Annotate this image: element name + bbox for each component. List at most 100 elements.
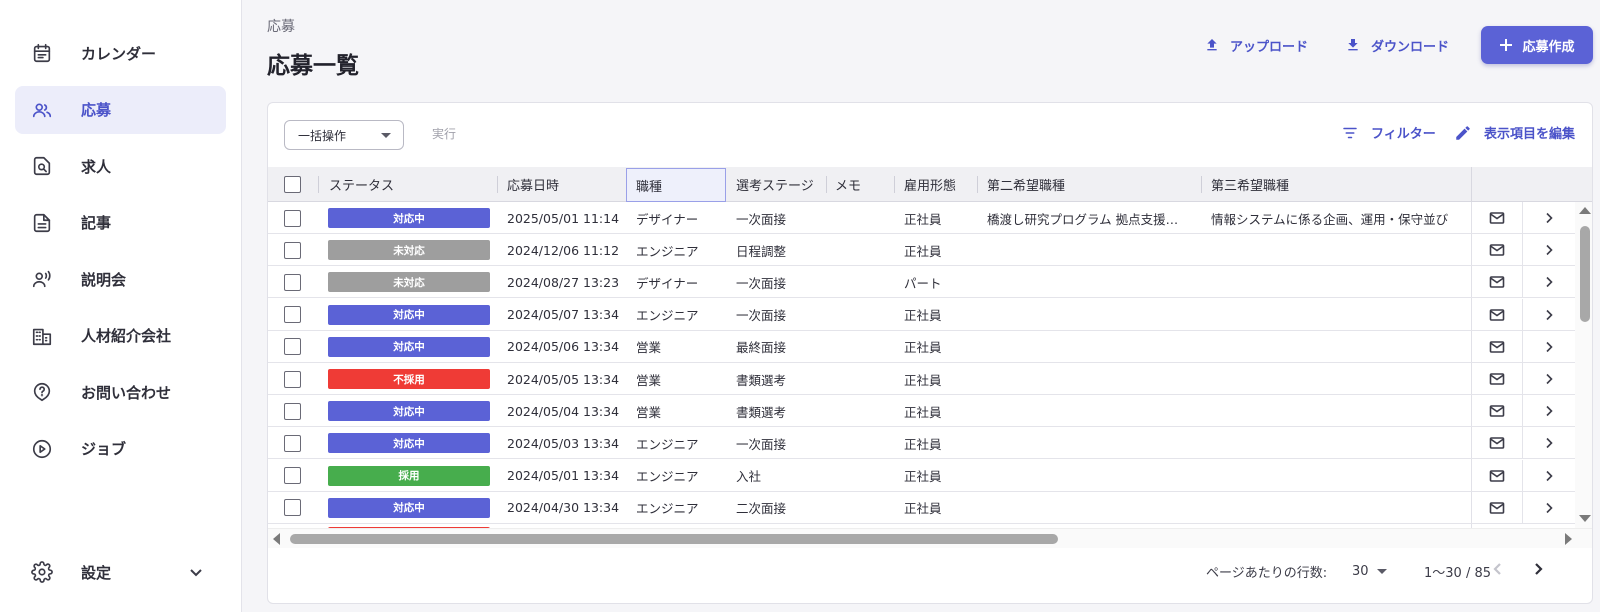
row-select-cell xyxy=(284,492,301,524)
select-all-checkbox[interactable] xyxy=(284,176,301,193)
row-select-cell xyxy=(284,427,301,459)
rows-per-page-select[interactable]: 30 xyxy=(1352,560,1392,582)
second-choice-cell xyxy=(987,395,1192,427)
vertical-scroll-thumb[interactable] xyxy=(1580,226,1590,322)
row-detail-button[interactable] xyxy=(1523,234,1575,266)
horizontal-scroll-thumb[interactable] xyxy=(290,534,1058,544)
previous-page-button[interactable] xyxy=(1487,558,1509,580)
row-detail-button[interactable] xyxy=(1523,363,1575,395)
table-row[interactable]: 採用 2024/05/01 13:34 エンジニア 入社 正社員 xyxy=(268,459,1592,492)
row-select-cell xyxy=(284,299,301,331)
pagination-range: 1〜30 / 85 xyxy=(1424,566,1491,581)
row-detail-button[interactable] xyxy=(1523,395,1575,427)
mail-button[interactable] xyxy=(1471,427,1523,460)
row-detail-button[interactable] xyxy=(1523,299,1575,331)
table-row[interactable]: 対応中 2024/05/06 13:34 営業 最終面接 正社員 xyxy=(268,330,1592,363)
plus-icon xyxy=(1500,39,1513,51)
row-detail-button[interactable] xyxy=(1523,492,1575,524)
row-checkbox[interactable] xyxy=(284,467,301,485)
mail-button[interactable] xyxy=(1471,395,1523,428)
column-header-third-choice[interactable]: 第三希望職種 xyxy=(1211,167,1289,202)
row-detail-button[interactable] xyxy=(1523,427,1575,459)
sidebar-item-settings[interactable]: 設定 xyxy=(15,548,226,596)
create-application-button[interactable]: 応募作成 xyxy=(1481,26,1593,64)
mail-button[interactable] xyxy=(1471,202,1523,234)
status-cell: 対応中 xyxy=(328,427,490,459)
sidebar-item-label: 記事 xyxy=(81,214,112,232)
row-checkbox[interactable] xyxy=(284,306,301,324)
sidebar-item-applications[interactable]: 応募 xyxy=(15,85,226,134)
row-detail-button[interactable] xyxy=(1523,202,1575,234)
bulk-action-select[interactable]: 一括操作 xyxy=(284,120,404,150)
row-checkbox[interactable] xyxy=(284,338,301,356)
people-icon xyxy=(30,98,54,122)
column-header-job[interactable]: 職種 xyxy=(626,168,726,202)
breadcrumb[interactable]: 応募 xyxy=(267,16,295,36)
column-header-stage[interactable]: 選考ステージ xyxy=(736,167,814,202)
row-checkbox[interactable] xyxy=(284,434,301,452)
status-badge: 対応中 xyxy=(328,208,490,228)
row-detail-button[interactable] xyxy=(1523,331,1575,363)
sidebar-item-jobs-queue[interactable]: ジョブ xyxy=(15,425,226,473)
mail-button[interactable] xyxy=(1471,330,1523,363)
date-cell: 2024/05/07 13:34 xyxy=(507,307,620,323)
sidebar-item-label: 設定 xyxy=(81,563,112,582)
execute-button[interactable]: 実行 xyxy=(432,125,456,142)
table-row[interactable]: 対応中 2024/05/03 13:34 エンジニア 一次面接 正社員 xyxy=(268,427,1592,460)
create-application-label: 応募作成 xyxy=(1522,39,1575,55)
sidebar-item-jobs[interactable]: 求人 xyxy=(15,142,226,190)
column-header-memo[interactable]: メモ xyxy=(835,167,861,202)
row-checkbox[interactable] xyxy=(284,499,301,517)
row-checkbox[interactable] xyxy=(284,402,301,420)
sidebar-item-articles[interactable]: 記事 xyxy=(15,199,226,247)
second-choice-cell xyxy=(987,299,1192,331)
scroll-right-arrow[interactable] xyxy=(1565,533,1572,545)
sidebar-item-calendar[interactable]: カレンダー xyxy=(15,29,226,77)
horizontal-scrollbar[interactable] xyxy=(268,528,1592,548)
scroll-down-arrow[interactable] xyxy=(1579,515,1591,522)
filter-button[interactable]: フィルター xyxy=(1341,123,1436,142)
mail-button[interactable] xyxy=(1471,298,1523,331)
stage-cell: 日程調整 xyxy=(736,243,787,259)
mail-button[interactable] xyxy=(1471,491,1523,524)
employment-cell: パート xyxy=(904,275,942,291)
chevron-right-icon xyxy=(1541,435,1557,451)
upload-button[interactable]: アップロード xyxy=(1204,34,1308,56)
column-header-employment[interactable]: 雇用形態 xyxy=(904,167,956,202)
table-row[interactable]: 未対応 2024/08/27 13:23 デザイナー 一次面接 パート xyxy=(268,266,1592,299)
mail-button[interactable] xyxy=(1471,459,1523,492)
next-page-button[interactable] xyxy=(1527,558,1549,580)
column-separator xyxy=(826,176,827,193)
sidebar-item-info-sessions[interactable]: 説明会 xyxy=(15,255,226,303)
employment-cell: 正社員 xyxy=(904,372,942,388)
third-choice-cell xyxy=(1211,492,1471,524)
row-checkbox[interactable] xyxy=(284,370,301,388)
table-row[interactable]: 対応中 2024/04/30 13:34 エンジニア 二次面接 正社員 xyxy=(268,491,1592,524)
download-button[interactable]: ダウンロード xyxy=(1345,34,1449,56)
chevron-down-icon[interactable] xyxy=(188,564,204,580)
status-cell: 採用 xyxy=(328,460,490,492)
sidebar-item-agencies[interactable]: 人材紹介会社 xyxy=(15,312,226,360)
scroll-up-arrow[interactable] xyxy=(1579,207,1591,214)
column-header-date[interactable]: 応募日時 xyxy=(507,167,559,202)
edit-columns-button[interactable]: 表示項目を編集 xyxy=(1454,123,1575,142)
column-header-second-choice[interactable]: 第二希望職種 xyxy=(987,167,1065,202)
table-row[interactable]: 未対応 2024/12/06 11:12 エンジニア 日程調整 正社員 xyxy=(268,234,1592,267)
vertical-scrollbar[interactable] xyxy=(1575,202,1592,528)
scroll-left-arrow[interactable] xyxy=(273,533,280,545)
row-checkbox[interactable] xyxy=(284,273,301,291)
row-detail-button[interactable] xyxy=(1523,266,1575,298)
mail-button[interactable] xyxy=(1471,363,1523,395)
mail-button[interactable] xyxy=(1471,266,1523,299)
row-detail-button[interactable] xyxy=(1523,460,1575,492)
row-checkbox[interactable] xyxy=(284,241,301,259)
table-row[interactable]: 対応中 2024/05/07 13:34 エンジニア 一次面接 正社員 xyxy=(268,298,1592,331)
table-row[interactable]: 対応中 2025/05/01 11:14 デザイナー 一次面接 正社員 橋渡し研… xyxy=(268,202,1592,234)
sidebar-item-inquiries[interactable]: お問い合わせ xyxy=(15,368,226,416)
mail-button[interactable] xyxy=(1471,234,1523,267)
page-title: 応募一覧 xyxy=(267,53,359,79)
row-checkbox[interactable] xyxy=(284,209,301,227)
table-row[interactable]: 不採用 2024/05/05 13:34 営業 書類選考 正社員 xyxy=(268,363,1592,395)
table-row[interactable]: 対応中 2024/05/04 13:34 営業 書類選考 正社員 xyxy=(268,395,1592,428)
column-header-status[interactable]: ステータス xyxy=(329,167,394,202)
